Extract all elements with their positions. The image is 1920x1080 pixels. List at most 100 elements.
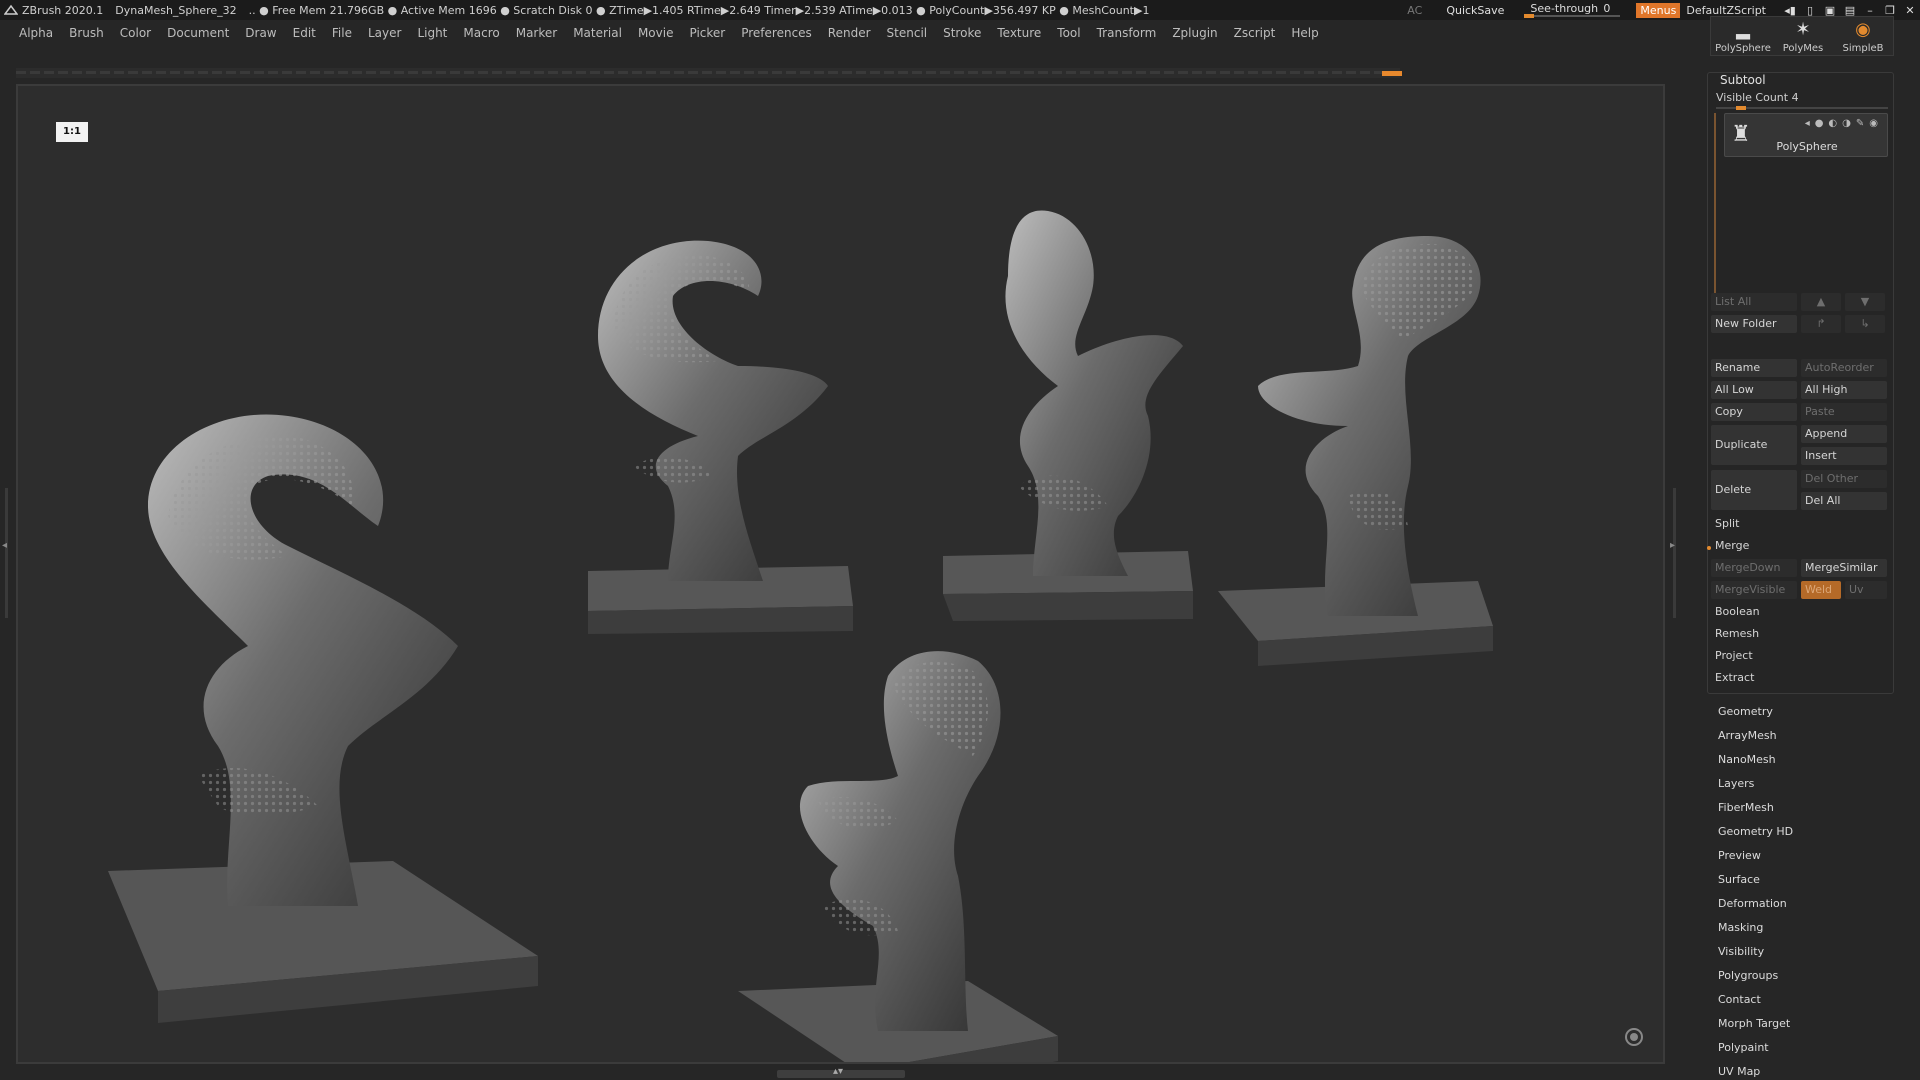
tray-icon[interactable]: ◂▮ — [1780, 4, 1800, 17]
menu-alpha[interactable]: Alpha — [19, 26, 53, 40]
right-tray-arrow-icon[interactable]: ▸ — [1670, 540, 1675, 551]
visible-count-slider[interactable] — [1716, 106, 1888, 110]
menu-macro[interactable]: Macro — [463, 26, 499, 40]
section-visibility[interactable]: Visibility — [1718, 944, 1793, 968]
menu-edit[interactable]: Edit — [293, 26, 316, 40]
section-geometry[interactable]: Geometry — [1718, 704, 1793, 728]
project-section[interactable]: Project — [1711, 647, 1887, 665]
menu-picker[interactable]: Picker — [689, 26, 725, 40]
section-surface[interactable]: Surface — [1718, 872, 1793, 896]
copy-button[interactable]: Copy — [1711, 403, 1797, 421]
paste-button[interactable]: Paste — [1801, 403, 1887, 421]
section-morph-target[interactable]: Morph Target — [1718, 1016, 1793, 1040]
duplicate-button[interactable]: Duplicate — [1711, 425, 1797, 465]
menu-movie[interactable]: Movie — [638, 26, 674, 40]
rename-button[interactable]: Rename — [1711, 359, 1797, 377]
section-arraymesh[interactable]: ArrayMesh — [1718, 728, 1793, 752]
move-down-icon[interactable]: ▼ — [1845, 293, 1885, 311]
merge-similar-button[interactable]: MergeSimilar — [1801, 559, 1887, 577]
section-uv-map[interactable]: UV Map — [1718, 1064, 1793, 1080]
section-polygroups[interactable]: Polygroups — [1718, 968, 1793, 992]
arrow-up-icon[interactable]: ↱ — [1801, 315, 1841, 333]
menu-stroke[interactable]: Stroke — [943, 26, 981, 40]
menu-marker[interactable]: Marker — [516, 26, 557, 40]
section-polypaint[interactable]: Polypaint — [1718, 1040, 1793, 1064]
move-up-icon[interactable]: ▲ — [1801, 293, 1841, 311]
section-contact[interactable]: Contact — [1718, 992, 1793, 1016]
tool-polymesh[interactable]: ✶ PolyMes — [1773, 17, 1833, 57]
menu-color[interactable]: Color — [120, 26, 151, 40]
save-layout-icon[interactable]: ▤ — [1840, 4, 1860, 17]
weld-toggle[interactable]: Weld — [1801, 581, 1841, 599]
left-tray-handle[interactable] — [5, 488, 8, 618]
split-section[interactable]: Split — [1711, 515, 1887, 533]
extract-section[interactable]: Extract — [1711, 669, 1887, 687]
menu-render[interactable]: Render — [828, 26, 871, 40]
menu-transform[interactable]: Transform — [1097, 26, 1157, 40]
tool-simplebrush[interactable]: ◉ SimpleB — [1833, 17, 1893, 57]
right-tray-handle[interactable] — [1673, 488, 1676, 618]
append-button[interactable]: Append — [1801, 425, 1887, 443]
close-icon[interactable]: ✕ — [1900, 4, 1920, 17]
arrow-down-icon[interactable]: ↳ — [1845, 315, 1885, 333]
tool-polysphere[interactable]: ▂ PolySphere — [1713, 17, 1773, 57]
delete-button[interactable]: Delete — [1711, 470, 1797, 510]
section-layers[interactable]: Layers — [1718, 776, 1793, 800]
insert-button[interactable]: Insert — [1801, 447, 1887, 465]
restore-icon[interactable]: ❐ — [1880, 4, 1900, 17]
minimize-icon[interactable]: – — [1860, 4, 1880, 17]
menu-draw[interactable]: Draw — [245, 26, 276, 40]
menu-help[interactable]: Help — [1291, 26, 1318, 40]
all-high-button[interactable]: All High — [1801, 381, 1887, 399]
menu-stencil[interactable]: Stencil — [887, 26, 928, 40]
menu-layer[interactable]: Layer — [368, 26, 401, 40]
help-icon[interactable]: ▯ — [1800, 4, 1820, 17]
layout-icon[interactable]: ▣ — [1820, 4, 1840, 17]
menu-texture[interactable]: Texture — [997, 26, 1041, 40]
menu-document[interactable]: Document — [167, 26, 229, 40]
camera-icon[interactable]: 1:1 — [56, 122, 88, 142]
quicksave-button[interactable]: QuickSave — [1446, 4, 1504, 17]
default-zscript-button[interactable]: DefaultZScript — [1686, 4, 1766, 17]
section-preview[interactable]: Preview — [1718, 848, 1793, 872]
all-low-button[interactable]: All Low — [1711, 381, 1797, 399]
section-geometry-hd[interactable]: Geometry HD — [1718, 824, 1793, 848]
ac-button[interactable]: AC — [1407, 4, 1422, 17]
remesh-section[interactable]: Remesh — [1711, 625, 1887, 643]
subtool-title[interactable]: Subtool — [1720, 73, 1766, 87]
boolean-section[interactable]: Boolean — [1711, 603, 1887, 621]
subtool-item[interactable]: ♜ ◂●◐◑✎◉ PolySphere — [1724, 113, 1888, 157]
merge-down-button[interactable]: MergeDown — [1711, 559, 1797, 577]
section-fibermesh[interactable]: FiberMesh — [1718, 800, 1793, 824]
left-tray-arrow-icon[interactable]: ◂ — [2, 540, 7, 551]
menu-zscript[interactable]: Zscript — [1234, 26, 1276, 40]
bottom-tray-handle[interactable]: ▴▾ — [777, 1066, 905, 1078]
see-through-slider[interactable]: See-through 0 — [1524, 2, 1621, 18]
shelf-marker[interactable] — [1382, 71, 1402, 76]
see-through-handle[interactable] — [1524, 14, 1535, 18]
del-all-button[interactable]: Del All — [1801, 492, 1887, 510]
document-canvas[interactable]: 1:1 — [16, 84, 1665, 1064]
menu-brush[interactable]: Brush — [69, 26, 104, 40]
menu-zplugin[interactable]: Zplugin — [1172, 26, 1217, 40]
file-name: DynaMesh_Sphere_32 — [115, 3, 237, 17]
menu-tool[interactable]: Tool — [1057, 26, 1080, 40]
subtool-toggle-icons[interactable]: ◂●◐◑✎◉ — [1805, 118, 1883, 129]
list-all-button[interactable]: List All — [1711, 293, 1797, 311]
section-nanomesh[interactable]: NanoMesh — [1718, 752, 1793, 776]
menu-light[interactable]: Light — [417, 26, 447, 40]
menu-file[interactable]: File — [332, 26, 352, 40]
section-deformation[interactable]: Deformation — [1718, 896, 1793, 920]
menus-button[interactable]: Menus — [1636, 2, 1681, 18]
menu-preferences[interactable]: Preferences — [741, 26, 812, 40]
menu-material[interactable]: Material — [573, 26, 622, 40]
visible-count-handle[interactable] — [1736, 106, 1746, 110]
new-folder-button[interactable]: New Folder — [1711, 315, 1797, 333]
section-masking[interactable]: Masking — [1718, 920, 1793, 944]
uv-toggle[interactable]: Uv — [1845, 581, 1887, 599]
perspective-icon[interactable] — [1625, 1028, 1643, 1046]
merge-section[interactable]: Merge — [1711, 537, 1887, 555]
merge-visible-button[interactable]: MergeVisible — [1711, 581, 1797, 599]
del-other-button[interactable]: Del Other — [1801, 470, 1887, 488]
auto-reorder-button[interactable]: AutoReorder — [1801, 359, 1887, 377]
